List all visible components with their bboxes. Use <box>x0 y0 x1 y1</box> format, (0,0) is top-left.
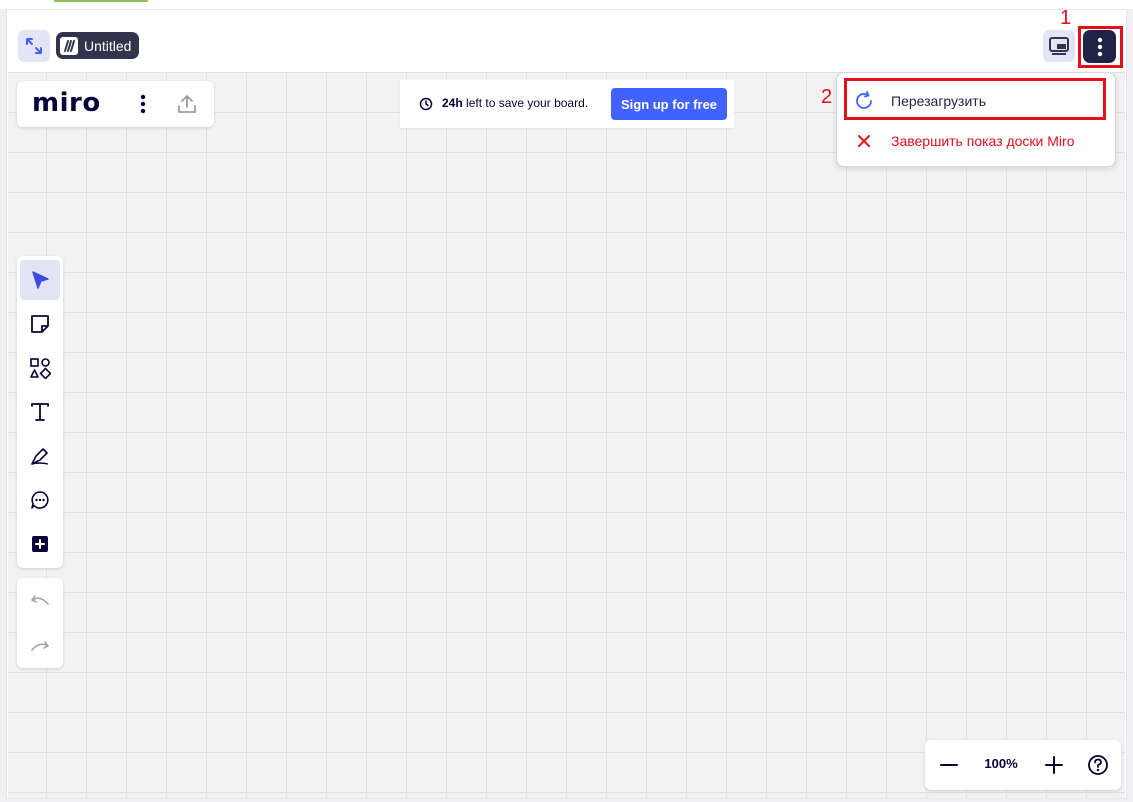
highlight-box-step1 <box>1078 26 1123 68</box>
shapes-icon <box>30 358 51 379</box>
tool-select[interactable] <box>20 260 60 300</box>
undo-button[interactable] <box>20 582 60 622</box>
zoom-in-icon <box>1045 756 1063 774</box>
zoom-out-icon <box>940 764 958 766</box>
sign-up-button[interactable]: Sign up for free <box>611 88 727 120</box>
tool-pen[interactable] <box>20 436 60 476</box>
tool-shapes[interactable] <box>20 348 60 388</box>
miro-wordmark: miro <box>32 88 101 118</box>
step2-annotation: 2 <box>821 86 833 108</box>
board-menu-button[interactable] <box>133 93 153 115</box>
left-creation-toolbar <box>17 256 63 568</box>
undo-icon <box>31 595 49 605</box>
tool-comment[interactable] <box>20 480 60 520</box>
save-time-left: 24h <box>442 96 463 110</box>
zoom-controls: 100% <box>925 740 1121 790</box>
share-upload-button[interactable] <box>175 92 199 116</box>
highlight-box-step2 <box>844 78 1106 120</box>
expand-arrows-icon <box>26 38 42 54</box>
menu-item-end-presentation[interactable]: Завершить показ доски Miro <box>847 123 1105 159</box>
save-banner-message: left to save your board. <box>462 96 589 110</box>
tool-text[interactable] <box>20 392 60 432</box>
save-board-banner: 24h left to save your board. Sign up for… <box>400 80 734 128</box>
comment-icon <box>31 491 49 509</box>
menu-item-end-presentation-label: Завершить показ доски Miro <box>891 133 1075 149</box>
top-strip <box>0 0 1133 9</box>
select-arrow-icon <box>32 271 49 289</box>
add-more-icon <box>32 536 48 552</box>
help-button[interactable] <box>1083 750 1113 780</box>
text-icon <box>31 403 49 421</box>
save-banner-text: 24h left to save your board. <box>442 96 588 110</box>
present-panel-icon <box>1049 37 1069 55</box>
help-icon <box>1088 755 1108 775</box>
step1-annotation: 1 <box>1060 7 1072 29</box>
miro-embed-frame: Untitled 1 miro 24h left to save your bo… <box>6 7 1127 799</box>
pen-icon <box>31 448 49 465</box>
redo-button[interactable] <box>20 624 60 664</box>
embed-header: Untitled 1 <box>7 7 1126 72</box>
zoom-in-button[interactable] <box>1039 750 1069 780</box>
clock-icon <box>419 97 433 111</box>
board-title: Untitled <box>84 37 132 54</box>
present-panel-button[interactable] <box>1043 30 1075 62</box>
board-canvas[interactable] <box>8 72 1125 798</box>
tool-add-more[interactable] <box>20 524 60 564</box>
zoom-level[interactable]: 100% <box>979 756 1023 771</box>
zoom-out-button[interactable] <box>934 750 964 780</box>
vertical-dots-icon <box>140 94 146 114</box>
green-accent-bar <box>54 0 148 2</box>
board-title-chip[interactable]: Untitled <box>56 32 140 59</box>
redo-icon <box>31 641 49 651</box>
close-x-icon <box>858 135 870 147</box>
tool-sticky-note[interactable] <box>20 304 60 344</box>
brand-toolbar: miro <box>17 81 214 127</box>
upload-icon <box>178 95 196 113</box>
history-toolbar <box>17 578 63 668</box>
expand-button[interactable] <box>18 30 50 62</box>
sticky-note-icon <box>31 315 49 333</box>
miro-logo-icon <box>60 36 78 55</box>
